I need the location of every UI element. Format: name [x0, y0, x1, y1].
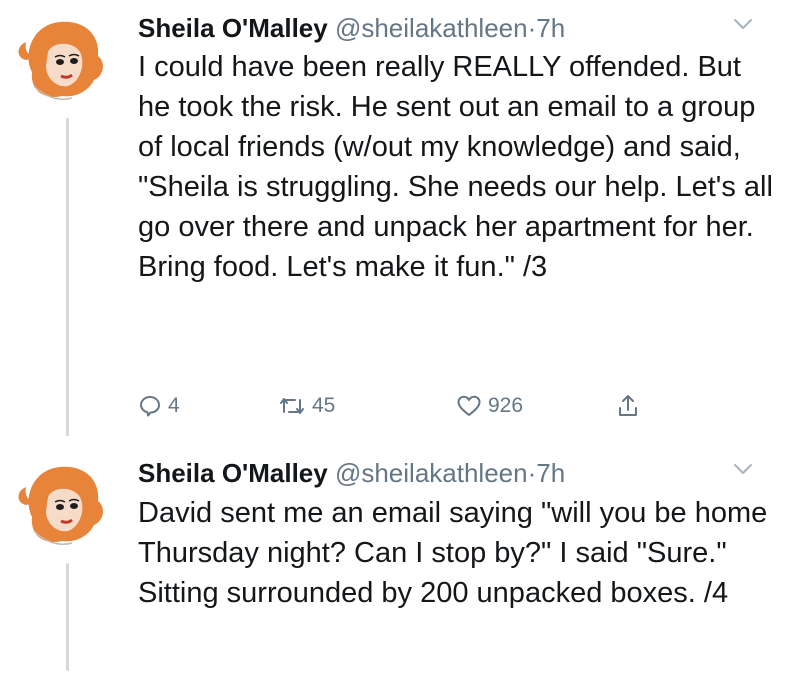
heart-icon	[456, 394, 482, 418]
timestamp[interactable]: 7h	[536, 458, 565, 488]
chevron-down-icon[interactable]	[732, 461, 754, 477]
tweet-text: David sent me an email saying "will you …	[138, 497, 768, 609]
timestamp[interactable]: 7h	[536, 13, 565, 43]
like-button[interactable]: 926	[456, 386, 523, 426]
tweet[interactable]: Sheila O'Malley @sheilakathleen·7h David…	[0, 445, 800, 674]
tweet-header: Sheila O'Malley @sheilakathleen·7h	[138, 453, 770, 493]
tweet[interactable]: Sheila O'Malley @sheilakathleen·7h I cou…	[0, 0, 800, 445]
user-handle[interactable]: @sheilakathleen	[335, 13, 528, 43]
chevron-down-icon[interactable]	[732, 16, 754, 32]
avatar[interactable]	[14, 12, 118, 116]
separator: ·	[527, 458, 537, 488]
like-count: 926	[488, 394, 524, 417]
tweet-actions: 4 45 926	[138, 386, 698, 426]
reply-button[interactable]: 4	[138, 386, 180, 426]
share-icon	[616, 393, 640, 419]
retweet-button[interactable]: 45	[278, 386, 335, 426]
thread-line	[66, 118, 69, 436]
separator: ·	[527, 13, 537, 43]
share-button[interactable]	[616, 386, 640, 426]
reply-count: 4	[168, 394, 180, 417]
tweet-text: I could have been really REALLY offended…	[138, 51, 773, 283]
tweet-header: Sheila O'Malley @sheilakathleen·7h	[138, 8, 770, 48]
avatar[interactable]	[14, 457, 118, 561]
display-name[interactable]: Sheila O'Malley	[138, 458, 328, 488]
reply-icon	[138, 394, 162, 418]
thread-line	[66, 563, 69, 671]
retweet-icon	[278, 394, 306, 418]
retweet-count: 45	[312, 394, 336, 417]
user-handle[interactable]: @sheilakathleen	[335, 458, 528, 488]
avatar-illustration	[14, 12, 118, 116]
avatar-illustration	[14, 457, 118, 561]
display-name[interactable]: Sheila O'Malley	[138, 13, 328, 43]
